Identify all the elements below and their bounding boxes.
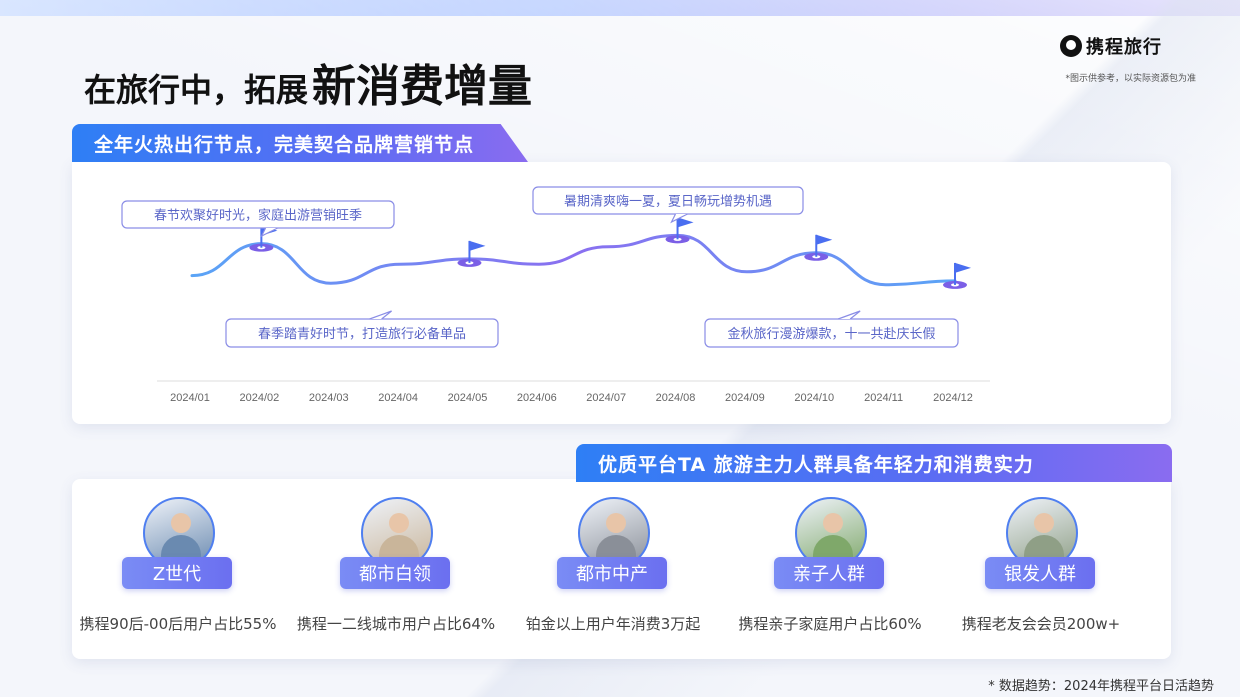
x-tick-label: 2024/10 [794, 392, 834, 404]
persona-label: 亲子人群 [774, 557, 884, 589]
x-tick-label: 2024/12 [933, 392, 973, 404]
callout-text: 金秋旅行漫游爆款，十一共赴庆长假 [727, 326, 935, 342]
trend-chart: 2024/01 2024/02 2024/03 2024/04 2024/05 2024/… [121, 186, 990, 404]
persona-label: 都市白领 [340, 557, 450, 589]
x-tick-label: 2024/09 [725, 392, 765, 404]
persona-stat: 携程一二线城市用户占比64% [296, 615, 496, 633]
persona-stat: 铂金以上用户年消费3万起 [525, 615, 701, 633]
persona-label: 银发人群 [985, 557, 1095, 589]
callout-annotation: 暑期清爽嗨一夏，夏日畅玩增势机遇 [532, 186, 804, 224]
x-tick-label: 2024/04 [378, 392, 418, 404]
persona-stat: 携程90后-00后用户占比55% [79, 615, 277, 633]
persona-item: 都市中产铂金以上用户年消费3万起 [503, 497, 723, 647]
milestone-flag-icon [943, 262, 971, 289]
section-heading-audience: 优质平台TA 旅游主力人群具备年轻力和消费实力 [576, 444, 1172, 482]
persona-item: Z世代携程90后-00后用户占比55% [68, 497, 288, 647]
x-tick-label: 2024/05 [448, 392, 488, 404]
callout-text: 春季踏青好时节，打造旅行必备单品 [258, 326, 466, 342]
x-tick-label: 2024/07 [586, 392, 626, 404]
persona-item: 银发人群携程老友会会员200w+ [931, 497, 1151, 647]
callout-text: 春节欢聚好时光，家庭出游营销旺季 [154, 208, 362, 224]
persona-item: 亲子人群携程亲子家庭用户占比60% [720, 497, 940, 647]
persona-stat: 携程亲子家庭用户占比60% [738, 615, 922, 633]
persona-item: 都市白领携程一二线城市用户占比64% [286, 497, 506, 647]
callout-text: 暑期清爽嗨一夏，夏日畅玩增势机遇 [564, 194, 772, 210]
x-tick-label: 2024/01 [170, 392, 210, 404]
milestone-flag-icon [804, 234, 833, 261]
x-tick-label: 2024/03 [309, 392, 349, 404]
x-tick-label: 2024/08 [656, 392, 696, 404]
x-tick-label: 2024/06 [517, 392, 557, 404]
callout-annotation: 春节欢聚好时光，家庭出游营销旺季 [121, 200, 395, 238]
persona-stat: 携程老友会会员200w+ [961, 615, 1121, 633]
callout-annotation: 春季踏青好时节，打造旅行必备单品 [225, 310, 499, 348]
persona-label: 都市中产 [557, 557, 667, 589]
milestone-flag-icon [457, 240, 486, 267]
milestone-flag-icon [665, 217, 694, 244]
trend-line [190, 233, 957, 287]
persona-label: Z世代 [122, 557, 232, 589]
footnote: * 数据趋势：2024年携程平台日活趋势 [988, 679, 1214, 694]
x-tick-label: 2024/11 [864, 392, 903, 404]
callout-annotation: 金秋旅行漫游爆款，十一共赴庆长假 [704, 310, 959, 348]
section-heading-text: 优质平台TA 旅游主力人群具备年轻力和消费实力 [598, 453, 1034, 476]
x-tick-label: 2024/02 [239, 392, 279, 404]
